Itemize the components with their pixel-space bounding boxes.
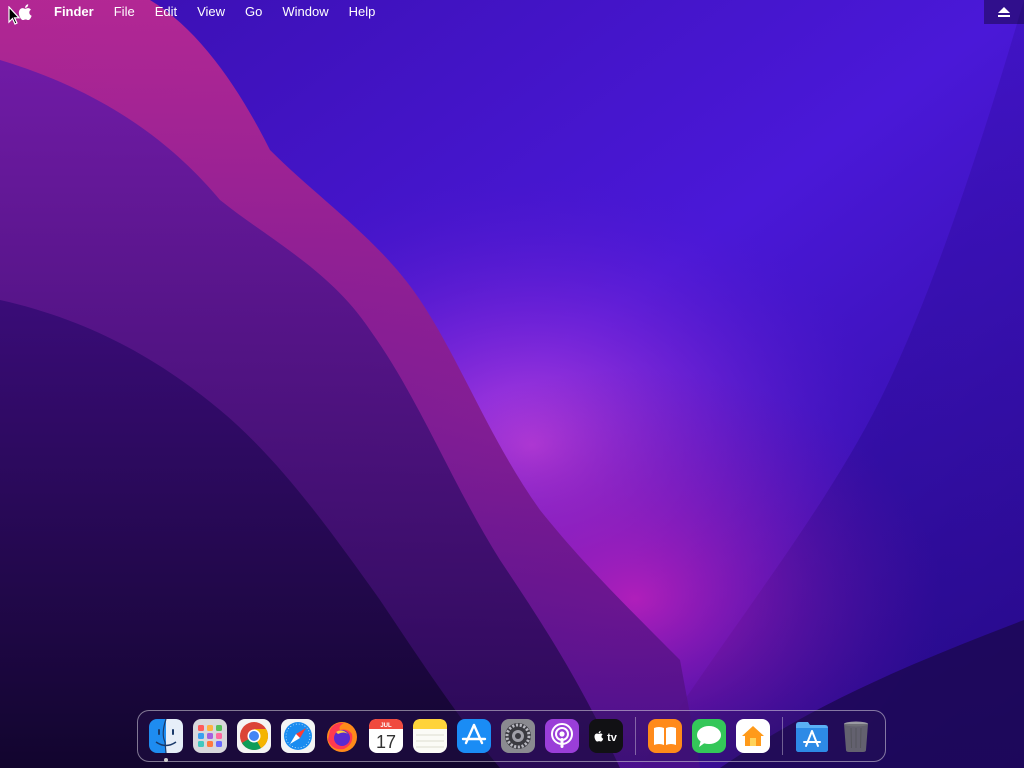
apple-tv-icon: tv: [589, 719, 623, 753]
menu-window[interactable]: Window: [272, 0, 338, 24]
dock-home[interactable]: [735, 718, 771, 754]
calendar-month: JUL: [380, 723, 392, 729]
dock-trash[interactable]: [838, 718, 874, 754]
system-preferences-icon: [501, 719, 535, 753]
chrome-icon: [237, 719, 271, 753]
dock-launchpad[interactable]: [192, 718, 228, 754]
dock-apple-tv[interactable]: tv: [588, 718, 624, 754]
dock-separator: [782, 717, 783, 755]
dock-books[interactable]: [647, 718, 683, 754]
menu-file[interactable]: File: [104, 0, 145, 24]
menu-help[interactable]: Help: [339, 0, 386, 24]
running-indicator: [164, 758, 168, 762]
app-store-icon: [457, 719, 491, 753]
menu-go[interactable]: Go: [235, 0, 272, 24]
dock-chrome[interactable]: [236, 718, 272, 754]
home-icon: [736, 719, 770, 753]
dock-notes[interactable]: [412, 718, 448, 754]
launchpad-icon: [193, 719, 227, 753]
dock-applications[interactable]: [794, 718, 830, 754]
menu-app-finder[interactable]: Finder: [44, 0, 104, 24]
calendar-icon: JUL 17: [369, 719, 403, 753]
dock-safari[interactable]: [280, 718, 316, 754]
podcasts-icon: [545, 719, 579, 753]
trash-icon: [844, 721, 868, 752]
books-icon: [648, 719, 682, 753]
dock-firefox[interactable]: [324, 718, 360, 754]
applications-folder-icon: [796, 722, 828, 752]
dock-calendar[interactable]: JUL 17: [368, 718, 404, 754]
menu-edit[interactable]: Edit: [145, 0, 187, 24]
finder-icon: [149, 718, 183, 754]
notes-icon: [413, 719, 447, 753]
eject-icon[interactable]: [984, 0, 1024, 24]
messages-icon: [692, 719, 726, 753]
dock: JUL 17 tv: [137, 710, 886, 762]
dock-system-preferences[interactable]: [500, 718, 536, 754]
apple-tv-label: tv: [607, 732, 618, 744]
firefox-icon: [327, 722, 357, 752]
menu-bar: Finder File Edit View Go Window Help: [0, 0, 1024, 24]
safari-icon: [281, 719, 315, 753]
desktop-wallpaper: [0, 0, 1024, 768]
menu-view[interactable]: View: [187, 0, 235, 24]
mouse-pointer-icon: [8, 6, 21, 25]
calendar-day: 17: [376, 732, 396, 752]
dock-app-store[interactable]: [456, 718, 492, 754]
dock-finder[interactable]: [148, 718, 184, 762]
dock-separator: [635, 717, 636, 755]
dock-podcasts[interactable]: [544, 718, 580, 754]
dock-messages[interactable]: [691, 718, 727, 754]
